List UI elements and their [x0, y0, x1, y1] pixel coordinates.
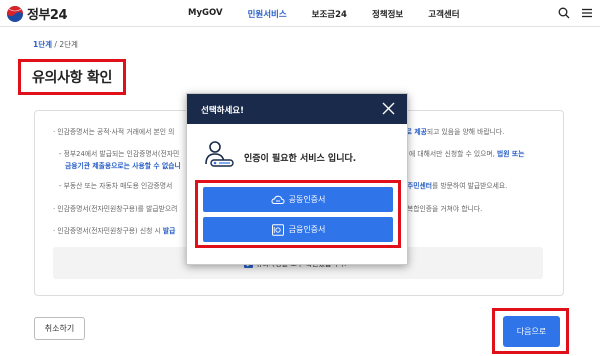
- site-header: 정부24 MyGOV 민원서비스 보조금24 정책정보 고객센터: [0, 0, 600, 27]
- nav-mygov[interactable]: MyGOV: [188, 8, 223, 20]
- logo-text: 정부24: [27, 8, 68, 23]
- notice-text: · 인감증명서(전자민원창구용)를 발급받으려: [53, 205, 178, 213]
- notice-item: 주민센터를 방문하여 발급받으세요.: [407, 180, 507, 190]
- notice-text: - 부동산 또는 자동차 매도용 인감증명서: [59, 182, 173, 190]
- modal-message: 인증이 필요한 서비스 입니다.: [244, 154, 357, 164]
- notice-text: - 정부24에서 발급되는 인감증명서(전자민: [59, 150, 180, 158]
- step-current: 1단계: [33, 40, 53, 49]
- nav-customer-center[interactable]: 고객센터: [428, 8, 459, 20]
- notice-highlight: 법원 또는: [497, 150, 525, 158]
- cloud-icon: [271, 195, 285, 204]
- site-logo[interactable]: 정부24: [6, 4, 68, 23]
- government-emblem-icon: [7, 5, 23, 22]
- notice-text: 복합인증을 거쳐야 합니다.: [407, 205, 483, 213]
- nav-civil-service[interactable]: 민원서비스: [248, 8, 287, 20]
- notice-highlight: 주민센터: [407, 182, 433, 190]
- search-icon[interactable]: [558, 7, 570, 19]
- public-certificate-label: 공동인증서: [288, 195, 326, 204]
- notice-item: 금융기관 제출용으로는 사용할 수 없습니: [65, 160, 181, 170]
- modal-header: 선택하세요!: [187, 94, 407, 124]
- cancel-button[interactable]: 취소하기: [34, 317, 85, 340]
- notice-text: 되고 있음을 양해 바랍니다.: [426, 128, 505, 136]
- notice-text: 를 방문하여 발급받으세요.: [432, 182, 508, 190]
- page-title: 유의사항 확인: [31, 70, 113, 86]
- nav-subsidy24[interactable]: 보조금24: [312, 8, 347, 20]
- step-next: 2단계: [59, 40, 78, 49]
- notice-item: 에 대해서만 신청할 수 있으며, 법원 또는: [409, 148, 524, 158]
- notice-text: · 인감증명서(전자민원창구용) 신청 시: [53, 227, 163, 235]
- notice-item: 복합인증을 거쳐야 합니다.: [407, 203, 482, 213]
- next-button[interactable]: 다음으로: [503, 316, 560, 347]
- safe-icon: [271, 223, 284, 236]
- breadcrumb: 1단계 / 2단계: [33, 39, 78, 50]
- close-icon[interactable]: [382, 102, 395, 115]
- notice-text: · 인감증명서는 공적·사적 거래에서 본인 의: [53, 128, 175, 136]
- notice-item: · 인감증명서는 공적·사적 거래에서 본인 의: [53, 126, 174, 136]
- notice-item: - 정부24에서 발급되는 인감증명서(전자민: [59, 148, 179, 158]
- notice-item: · 인감증명서(전자민원창구용) 신청 시 발급: [53, 225, 175, 235]
- nav-policy-info[interactable]: 정책정보: [372, 8, 403, 20]
- public-certificate-button[interactable]: 공동인증서: [203, 187, 393, 212]
- auth-select-modal: 선택하세요! 인증이 필요한 서비스 입니다. 공동인증서 금융인증서: [186, 93, 408, 265]
- menu-icon[interactable]: [581, 7, 593, 19]
- page-title-highlight: 유의사항 확인: [18, 59, 126, 95]
- notice-text: 에 대해서만 신청할 수 있으며,: [409, 150, 498, 158]
- finance-certificate-label: 금융인증서: [288, 225, 326, 234]
- main-nav: MyGOV 민원서비스 보조금24 정책정보 고객센터: [188, 8, 485, 20]
- notice-highlight: 금융기관 제출용으로는 사용할 수 없습니: [65, 162, 181, 170]
- notice-highlight: 발급: [162, 227, 176, 235]
- modal-title: 선택하세요!: [201, 106, 244, 116]
- finance-certificate-button[interactable]: 금융인증서: [203, 217, 393, 242]
- user-key-icon: [205, 141, 234, 167]
- notice-item: · 인감증명서(전자민원창구용)를 발급받으려: [53, 203, 177, 213]
- notice-item: - 부동산 또는 자동차 매도용 인감증명서: [59, 180, 172, 190]
